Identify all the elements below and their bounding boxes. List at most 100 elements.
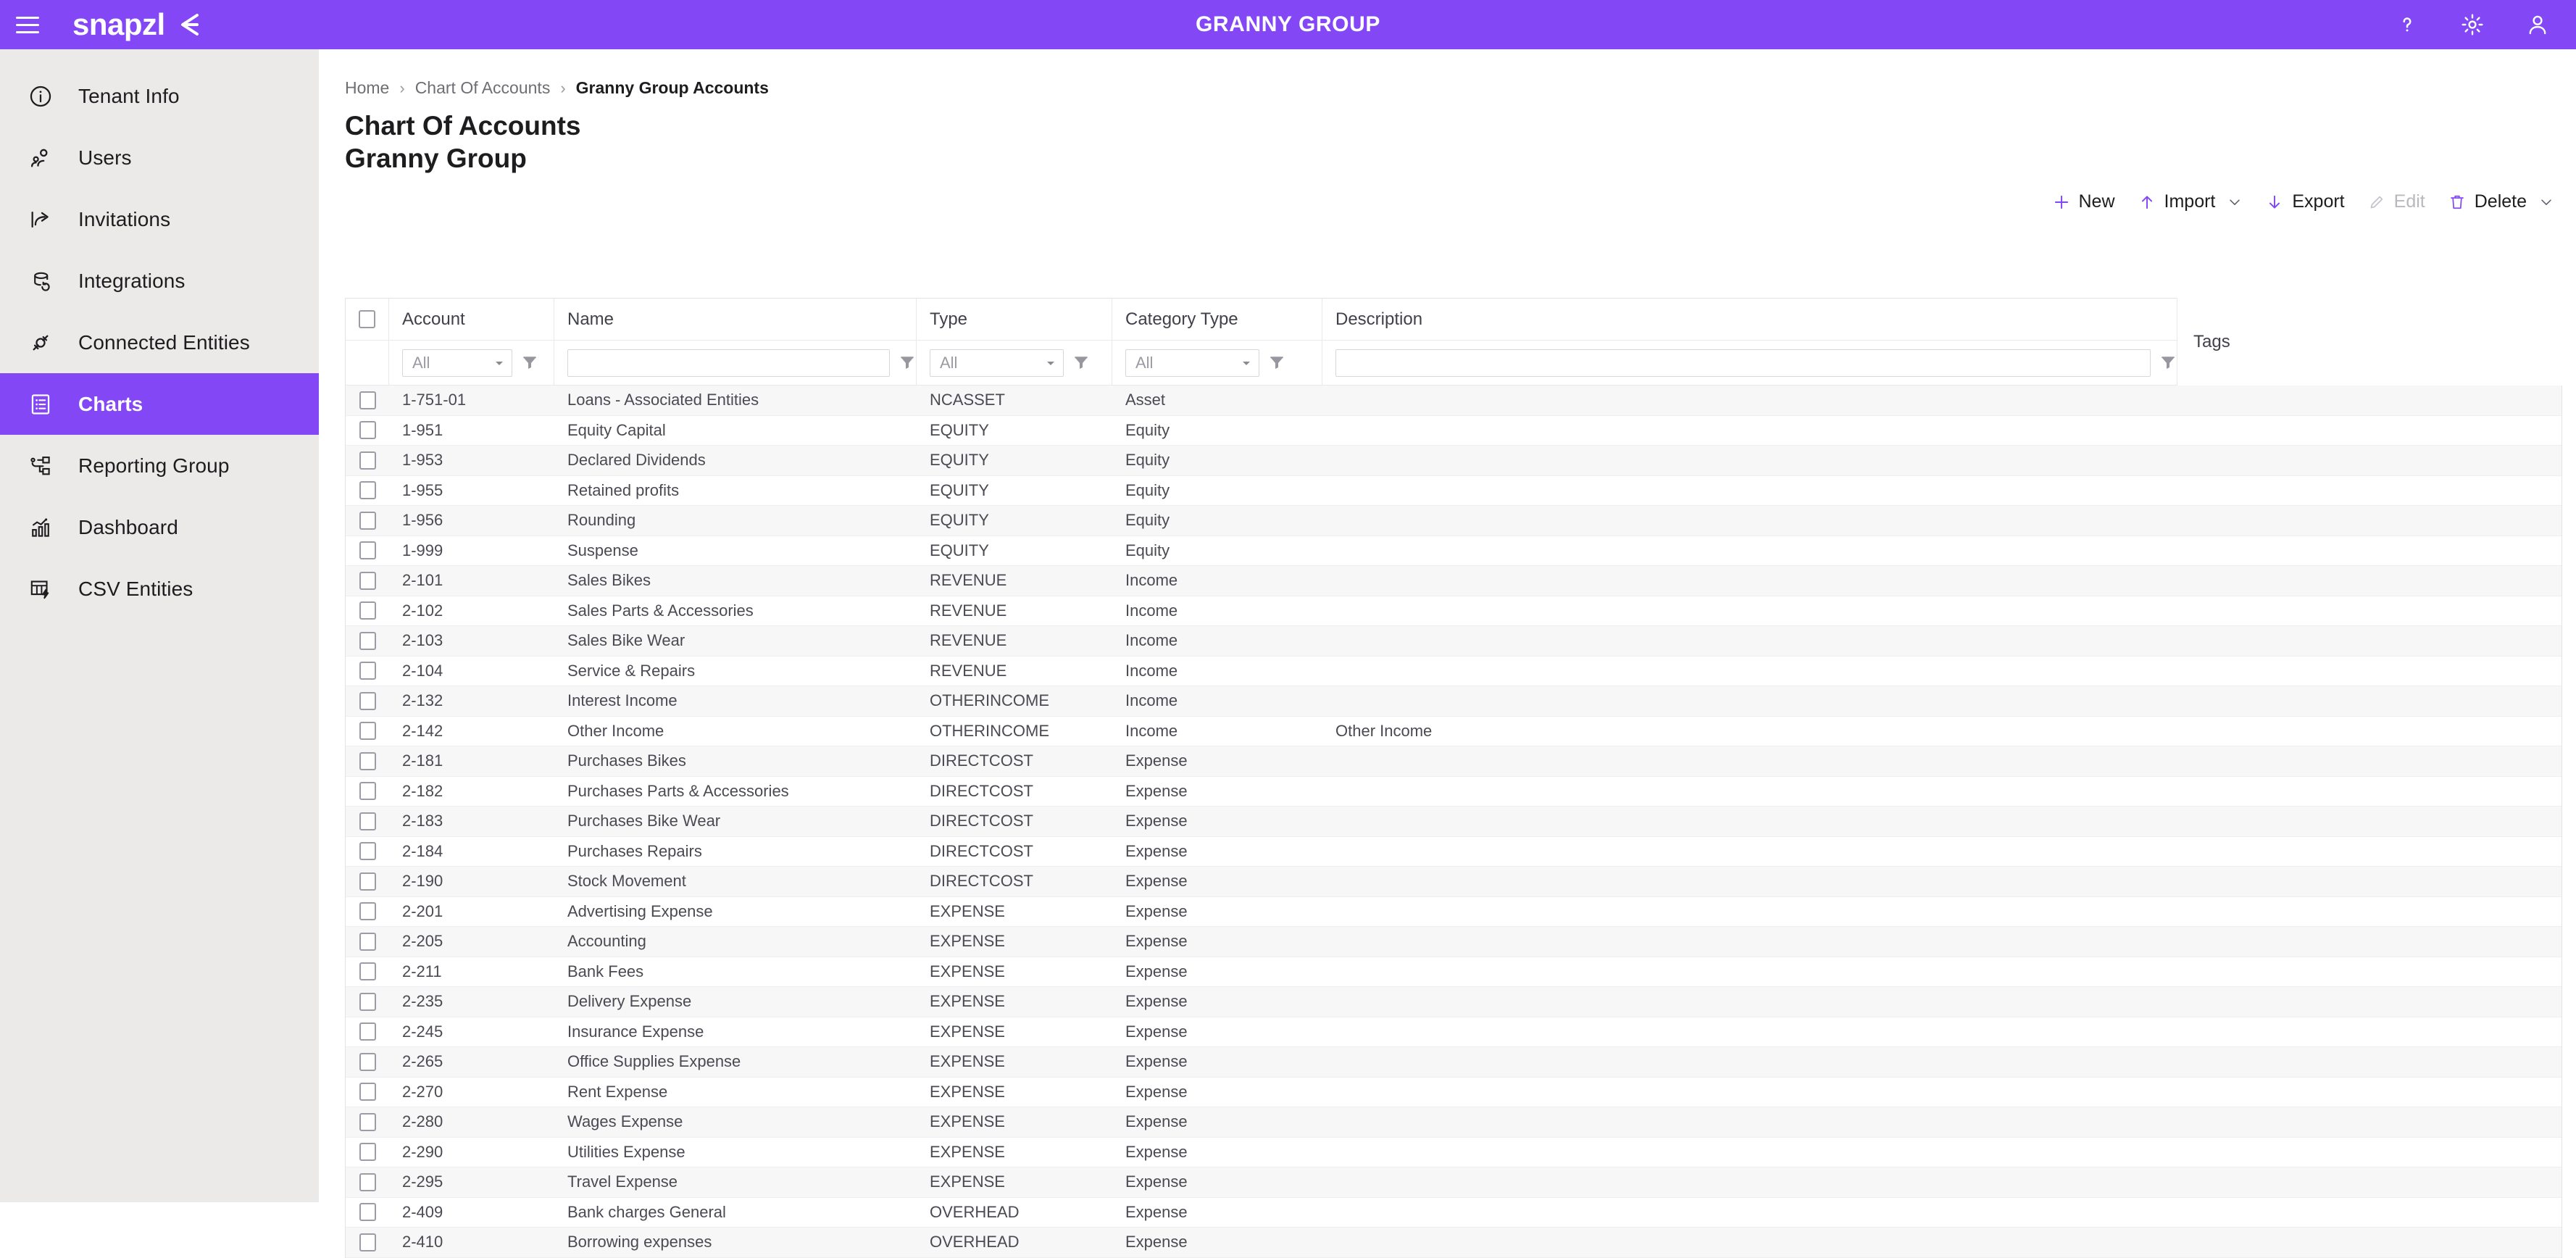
hamburger-icon[interactable] bbox=[16, 12, 48, 37]
chevron-down-icon[interactable] bbox=[2227, 194, 2243, 210]
table-row[interactable]: 2-181 Purchases Bikes DIRECTCOST Expense bbox=[346, 746, 2562, 777]
table-row[interactable]: 2-103 Sales Bike Wear REVENUE Income bbox=[346, 626, 2562, 657]
row-checkbox[interactable] bbox=[359, 1172, 376, 1191]
type-filter-icon[interactable] bbox=[1072, 354, 1090, 372]
name-filter-input[interactable] bbox=[567, 349, 890, 377]
name-filter-icon[interactable] bbox=[899, 354, 916, 372]
row-checkbox[interactable] bbox=[359, 541, 376, 560]
row-select-cell bbox=[346, 416, 389, 446]
table-row[interactable]: 2-295 Travel Expense EXPENSE Expense bbox=[346, 1167, 2562, 1198]
description-filter-icon[interactable] bbox=[2159, 354, 2177, 372]
export-button[interactable]: Export bbox=[2264, 191, 2345, 212]
column-header-type[interactable]: Type bbox=[917, 299, 1112, 340]
row-checkbox[interactable] bbox=[359, 722, 376, 741]
table-row[interactable]: 2-235 Delivery Expense EXPENSE Expense bbox=[346, 987, 2562, 1017]
table-row[interactable]: 2-290 Utilities Expense EXPENSE Expense bbox=[346, 1137, 2562, 1167]
sidebar-item-dashboard[interactable]: Dashboard bbox=[0, 496, 319, 558]
help-icon[interactable] bbox=[2395, 12, 2419, 37]
sidebar-item-connected-entities[interactable]: Connected Entities bbox=[0, 312, 319, 373]
gear-icon[interactable] bbox=[2460, 12, 2485, 37]
table-row[interactable]: 2-104 Service & Repairs REVENUE Income bbox=[346, 656, 2562, 686]
account-filter-icon[interactable] bbox=[521, 354, 538, 372]
table-row[interactable]: 1-953 Declared Dividends EQUITY Equity bbox=[346, 446, 2562, 476]
table-row[interactable]: 2-132 Interest Income OTHERINCOME Income bbox=[346, 686, 2562, 717]
table-row[interactable]: 2-190 Stock Movement DIRECTCOST Expense bbox=[346, 867, 2562, 897]
column-header-account[interactable]: Account bbox=[389, 299, 554, 340]
user-icon[interactable] bbox=[2525, 12, 2550, 37]
row-checkbox[interactable] bbox=[359, 511, 376, 530]
delete-button[interactable]: Delete bbox=[2447, 191, 2554, 212]
table-row[interactable]: 2-201 Advertising Expense EXPENSE Expense bbox=[346, 896, 2562, 927]
row-checkbox[interactable] bbox=[359, 1112, 376, 1131]
table-row[interactable]: 1-951 Equity Capital EQUITY Equity bbox=[346, 415, 2562, 446]
row-checkbox[interactable] bbox=[359, 1052, 376, 1071]
column-header-description[interactable]: Description bbox=[1322, 299, 2177, 340]
row-checkbox[interactable] bbox=[359, 631, 376, 650]
row-checkbox[interactable] bbox=[359, 391, 376, 409]
row-checkbox[interactable] bbox=[359, 662, 376, 680]
row-checkbox[interactable] bbox=[359, 782, 376, 801]
row-checkbox[interactable] bbox=[359, 1143, 376, 1162]
row-checkbox[interactable] bbox=[359, 1022, 376, 1041]
row-checkbox[interactable] bbox=[359, 571, 376, 590]
table-row[interactable]: 2-205 Accounting EXPENSE Expense bbox=[346, 927, 2562, 957]
table-row[interactable]: 2-182 Purchases Parts & Accessories DIRECT… bbox=[346, 776, 2562, 807]
row-checkbox[interactable] bbox=[359, 1083, 376, 1101]
sidebar-item-reporting-group[interactable]: Reporting Group bbox=[0, 435, 319, 496]
table-row[interactable]: 1-999 Suspense EQUITY Equity bbox=[346, 536, 2562, 566]
caret-down-icon bbox=[496, 361, 503, 365]
row-checkbox[interactable] bbox=[359, 421, 376, 440]
type-filter-select[interactable]: All bbox=[930, 349, 1064, 377]
row-checkbox[interactable] bbox=[359, 691, 376, 710]
table-row[interactable]: 2-183 Purchases Bike Wear DIRECTCOST Expens… bbox=[346, 807, 2562, 837]
table-row[interactable]: 2-142 Other Income OTHERINCOME Income Other … bbox=[346, 716, 2562, 746]
description-filter-input[interactable] bbox=[1335, 349, 2151, 377]
sidebar-item-tenant-info[interactable]: Tenant Info bbox=[0, 65, 319, 127]
sidebar-item-integrations[interactable]: Integrations bbox=[0, 250, 319, 312]
sidebar-item-csv-entities[interactable]: CSV Entities bbox=[0, 558, 319, 620]
row-checkbox[interactable] bbox=[359, 751, 376, 770]
row-checkbox[interactable] bbox=[359, 872, 376, 891]
row-checkbox[interactable] bbox=[359, 932, 376, 951]
breadcrumb-chart-of-accounts[interactable]: Chart Of Accounts bbox=[415, 78, 551, 98]
row-checkbox[interactable] bbox=[359, 842, 376, 861]
column-header-category-type[interactable]: Category Type bbox=[1112, 299, 1322, 340]
table-row[interactable]: 2-280 Wages Expense EXPENSE Expense bbox=[346, 1107, 2562, 1138]
row-checkbox[interactable] bbox=[359, 451, 376, 470]
row-checkbox[interactable] bbox=[359, 902, 376, 921]
row-checkbox[interactable] bbox=[359, 962, 376, 981]
table-row[interactable]: 1-751-01 Loans - Associated Entities NCASS… bbox=[346, 386, 2562, 416]
column-header-name[interactable]: Name bbox=[554, 299, 917, 340]
app-logo[interactable]: snapzl bbox=[72, 8, 201, 41]
category-type-filter-select[interactable]: All bbox=[1125, 349, 1259, 377]
row-checkbox[interactable] bbox=[359, 1203, 376, 1222]
table-row[interactable]: 2-102 Sales Parts & Accessories REVENUE Inc… bbox=[346, 596, 2562, 626]
cell-category-type: Expense bbox=[1125, 1022, 1188, 1041]
row-checkbox[interactable] bbox=[359, 1233, 376, 1251]
new-button[interactable]: New bbox=[2051, 191, 2115, 212]
sidebar-item-charts[interactable]: Charts bbox=[0, 373, 319, 435]
table-row[interactable]: 2-265 Office Supplies Expense EXPENSE Expen… bbox=[346, 1047, 2562, 1078]
table-row[interactable]: 1-956 Rounding EQUITY Equity bbox=[346, 506, 2562, 536]
table-row[interactable]: 1-955 Retained profits EQUITY Equity bbox=[346, 475, 2562, 506]
select-all-checkbox[interactable] bbox=[359, 310, 375, 328]
cell-account: 2-182 bbox=[402, 781, 443, 800]
chevron-down-icon[interactable] bbox=[2538, 194, 2554, 210]
table-row[interactable]: 2-270 Rent Expense EXPENSE Expense bbox=[346, 1077, 2562, 1107]
row-checkbox[interactable] bbox=[359, 601, 376, 620]
import-button[interactable]: Import bbox=[2137, 191, 2243, 212]
table-row[interactable]: 2-101 Sales Bikes REVENUE Income bbox=[346, 566, 2562, 596]
table-row[interactable]: 2-211 Bank Fees EXPENSE Expense bbox=[346, 957, 2562, 987]
top-bar-actions bbox=[2395, 0, 2550, 49]
breadcrumb-home[interactable]: Home bbox=[345, 78, 389, 98]
table-row[interactable]: 2-410 Borrowing expenses OVERHEAD Expense bbox=[346, 1228, 2562, 1258]
table-row[interactable]: 2-184 Purchases Repairs DIRECTCOST Expense bbox=[346, 836, 2562, 867]
row-checkbox[interactable] bbox=[359, 812, 376, 830]
sidebar-item-invitations[interactable]: Invitations bbox=[0, 188, 319, 250]
row-checkbox[interactable] bbox=[359, 992, 376, 1011]
table-row[interactable]: 2-245 Insurance Expense EXPENSE Expense bbox=[346, 1017, 2562, 1047]
category-type-filter-icon[interactable] bbox=[1268, 354, 1285, 372]
sidebar-item-users[interactable]: Users bbox=[0, 127, 319, 188]
row-checkbox[interactable] bbox=[359, 481, 376, 500]
account-filter-select[interactable]: All bbox=[402, 349, 512, 377]
